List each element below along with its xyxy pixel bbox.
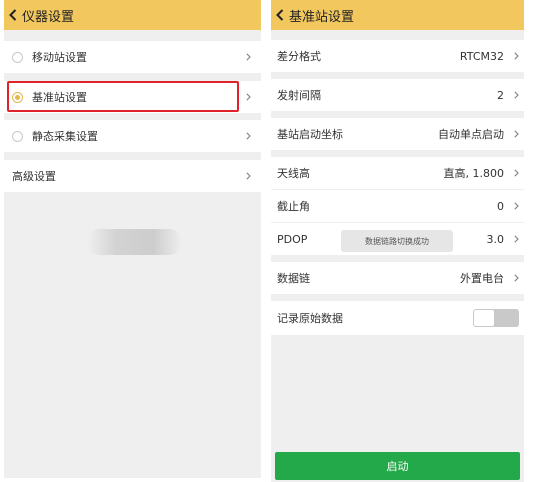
blurred-toast	[87, 229, 182, 255]
setting-row-diff-format[interactable]: 差分格式 RTCM32	[271, 40, 524, 72]
chevron-right-icon	[246, 132, 251, 140]
chevron-right-icon	[246, 93, 251, 101]
setting-label: 基站启动坐标	[277, 128, 343, 141]
setting-label: 数据链	[277, 272, 310, 285]
setting-value: 直高, 1.800	[443, 167, 504, 180]
toast-message: 数据链路切换成功	[341, 230, 453, 252]
setting-value: 2	[497, 88, 504, 102]
advanced-settings-row[interactable]: 高级设置	[4, 160, 261, 192]
setting-label: 差分格式	[277, 50, 321, 63]
page-title: 仪器设置	[22, 9, 75, 25]
toggle-knob	[474, 310, 494, 326]
setting-label: 截止角	[277, 200, 310, 213]
chevron-right-icon	[514, 274, 519, 282]
setting-row-data-link[interactable]: 数据链 外置电台	[271, 262, 524, 294]
setting-value: RTCM32	[459, 49, 504, 63]
setting-value: 自动单点启动	[438, 128, 504, 141]
option-label: 基准站设置	[32, 91, 87, 104]
record-raw-toggle[interactable]	[473, 309, 519, 327]
radio-unchecked-icon[interactable]	[12, 130, 23, 142]
setting-row-base-start-coord[interactable]: 基站启动坐标 自动单点启动	[271, 118, 524, 150]
chevron-right-icon	[514, 235, 519, 243]
setting-label: 记录原始数据	[277, 312, 343, 325]
setting-label: 发射间隔	[277, 89, 321, 102]
top-bar: 基准站设置	[271, 0, 524, 30]
radio-checked-icon[interactable]	[12, 91, 23, 103]
option-label: 移动站设置	[32, 51, 87, 64]
setting-value: 0	[497, 199, 504, 213]
option-base-station-settings[interactable]: 基准站设置	[4, 81, 261, 113]
chevron-right-icon	[514, 91, 519, 99]
option-label: 静态采集设置	[32, 130, 98, 143]
page-title: 基准站设置	[289, 9, 355, 25]
setting-value: 3.0	[486, 232, 505, 246]
base-station-settings-screen: 基准站设置 差分格式 RTCM32 发射间隔 2 基站启动坐标 自动单点启动 天…	[271, 0, 524, 482]
advanced-settings-label: 高级设置	[12, 170, 56, 183]
chevron-right-icon	[246, 53, 251, 61]
back-arrow-icon[interactable]	[271, 9, 289, 21]
chevron-right-icon	[514, 52, 519, 60]
top-bar: 仪器设置	[4, 0, 261, 30]
chevron-right-icon	[246, 172, 251, 180]
setting-label: PDOP	[277, 232, 308, 246]
radio-unchecked-icon[interactable]	[12, 51, 23, 63]
setting-row-transmit-interval[interactable]: 发射间隔 2	[271, 79, 524, 111]
option-static-collection-settings[interactable]: 静态采集设置	[4, 120, 261, 152]
setting-row-antenna-height[interactable]: 天线高 直高, 1.800	[271, 157, 524, 189]
setting-row-record-raw-data: 记录原始数据	[271, 301, 524, 335]
chevron-right-icon	[514, 130, 519, 138]
setting-label: 天线高	[277, 167, 310, 180]
start-button[interactable]: 启动	[275, 452, 520, 480]
chevron-right-icon	[514, 169, 519, 177]
chevron-right-icon	[514, 202, 519, 210]
option-rover-settings[interactable]: 移动站设置	[4, 41, 261, 73]
instrument-settings-screen: 仪器设置 移动站设置 基准站设置 静态采集设置 高级设置	[4, 0, 261, 478]
setting-row-cutoff-angle[interactable]: 截止角 0	[271, 190, 524, 222]
setting-value: 外置电台	[460, 272, 504, 285]
back-arrow-icon[interactable]	[4, 9, 22, 21]
